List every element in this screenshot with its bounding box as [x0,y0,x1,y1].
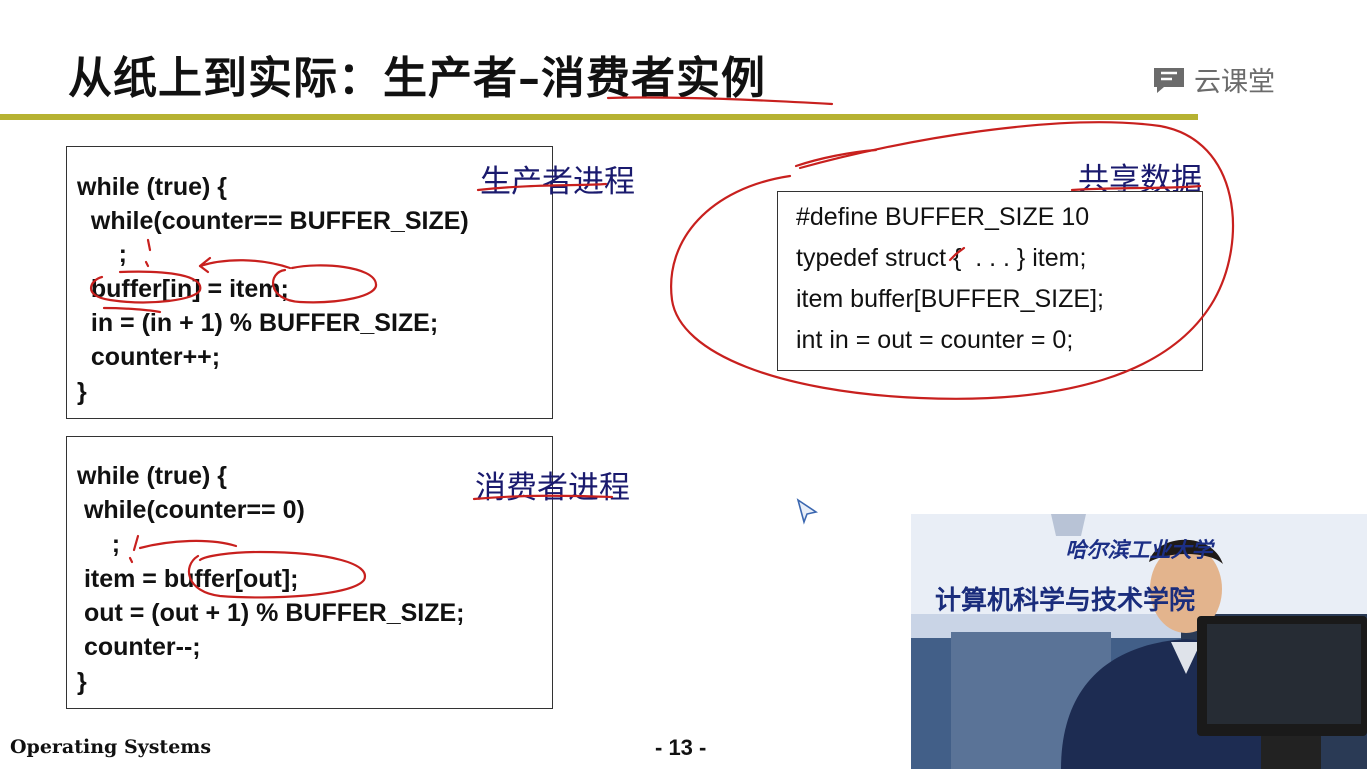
code-line: int in = out = counter = 0; [796,326,1074,354]
code-line: item = buffer[out]; [77,565,299,593]
code-line: buffer[in] = item; [77,275,289,303]
brand-name: 云课堂 [1194,67,1275,98]
code-line: counter--; [77,633,201,661]
stroke-mark [794,148,878,168]
code-line: while (true) { [77,173,228,201]
code-line: item buffer[BUFFER_SIZE]; [796,285,1104,313]
page-number: - 13 - [655,735,707,760]
title-underline-bar [0,114,1198,120]
university-banner: 哈尔滨工业大学 [1065,537,1213,562]
mouse-cursor-icon [796,498,819,525]
code-line: in = (in + 1) % BUFFER_SIZE; [77,309,439,337]
code-line: typedef struct { . . . } item; [796,244,1087,272]
department-banner: 计算机科学与技术学院 [935,586,1196,616]
code-line: ; [77,530,121,558]
consumer-process-label: 消费者进程 [475,470,630,506]
code-line: #define BUFFER_SIZE 10 [796,203,1090,231]
course-name: Operating Systems [10,736,212,758]
code-line: counter++; [77,343,221,371]
code-line: while(counter== BUFFER_SIZE) [77,207,469,235]
code-line: while(counter== 0) [77,496,305,524]
chat-bubble-icon [1154,67,1184,93]
producer-process-label: 生产者进程 [480,164,635,200]
slide-title: 从纸上到实际：生产者–消费者实例 [68,53,766,104]
code-line: while (true) { [77,462,228,490]
code-line: } [77,668,87,696]
code-line: out = (out + 1) % BUFFER_SIZE; [77,599,465,627]
code-line: } [77,378,87,406]
shared-data-box: #define BUFFER_SIZE 10 typedef struct { … [777,191,1203,371]
lecturer-video: 哈尔滨工业大学 计算机科学与技术学院 [911,514,1367,769]
brand-logo: 云课堂 [1152,60,1275,99]
code-line: ; [77,240,127,268]
